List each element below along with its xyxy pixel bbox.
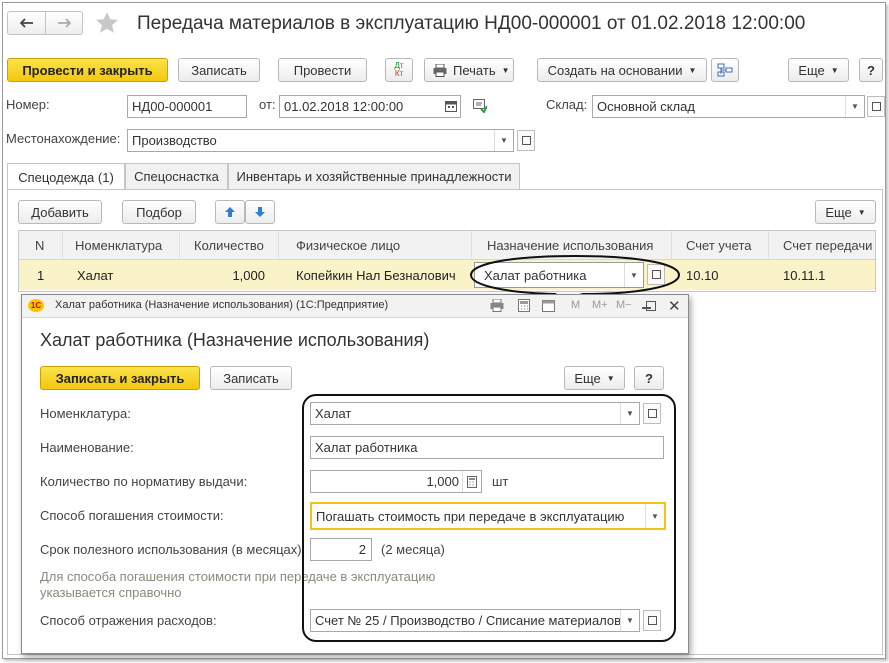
1c-logo-icon: 1С — [28, 299, 44, 312]
more-label: Еще — [798, 62, 825, 78]
comment-icon[interactable] — [473, 99, 488, 116]
tab-special-tools[interactable]: Спецоснастка — [125, 163, 228, 189]
print-icon[interactable] — [490, 298, 504, 315]
dialog-titlebar: 1С Халат работника (Назначение использов… — [22, 295, 688, 318]
tab-inventory[interactable]: Инвентарь и хозяйственные принадлежности — [228, 163, 520, 189]
structure-icon — [717, 63, 733, 77]
open-icon — [871, 102, 881, 111]
warehouse-label: Склад: — [546, 97, 588, 112]
nomenclature-label: Номенклатура: — [40, 406, 131, 421]
chevron-down-icon: ▼ — [688, 65, 697, 75]
chevron-down-icon: ▼ — [501, 65, 510, 75]
chevron-down-icon[interactable]: ▼ — [845, 96, 864, 117]
location-open-button[interactable] — [517, 130, 535, 151]
dt-kt-icon: Дт Кт — [394, 62, 403, 78]
more-button[interactable]: Еще ▼ — [788, 58, 849, 82]
arrow-up-icon — [225, 207, 235, 217]
close-icon[interactable]: ✕ — [668, 297, 681, 315]
chevron-down-icon: ▼ — [606, 373, 615, 383]
window-title: Передача материалов в эксплуатацию НД00-… — [137, 13, 806, 34]
move-down-button[interactable] — [245, 200, 275, 224]
highlight-frame — [302, 394, 676, 642]
memory-plus-button[interactable]: M+ — [592, 299, 608, 311]
col-account[interactable]: Счет учета — [672, 231, 769, 259]
col-person[interactable]: Физическое лицо — [279, 231, 472, 259]
maximize-icon[interactable] — [646, 301, 656, 311]
calendar-icon[interactable] — [445, 100, 457, 115]
favorite-star-icon[interactable] — [95, 11, 119, 38]
kt-label: Кт — [394, 69, 404, 78]
forward-arrow-icon[interactable] — [45, 12, 82, 34]
date-field[interactable]: 01.02.2018 12:00:00 — [279, 95, 461, 118]
dialog-heading: Халат работника (Назначение использовани… — [40, 330, 430, 350]
purpose-dialog: 1С Халат работника (Назначение использов… — [21, 294, 689, 654]
move-up-button[interactable] — [215, 200, 245, 224]
save-button[interactable]: Записать — [178, 58, 260, 82]
help-button[interactable]: ? — [859, 58, 883, 82]
warehouse-open-button[interactable] — [867, 96, 885, 117]
col-n[interactable]: N — [19, 231, 63, 259]
post-and-close-button[interactable]: Провести и закрыть — [7, 58, 168, 82]
arrow-down-icon — [255, 207, 265, 217]
col-quantity[interactable]: Количество — [180, 231, 279, 259]
cell-account: 10.10 — [686, 267, 719, 283]
col-nomenclature[interactable]: Номенклатура — [63, 231, 180, 259]
dialog-more-button[interactable]: Еще ▼ — [564, 366, 625, 390]
structure-button[interactable] — [711, 58, 739, 82]
printer-icon — [433, 63, 447, 77]
cell-nomenclature: Халат — [77, 267, 114, 283]
dt-kt-button[interactable]: Дт Кт — [385, 58, 413, 82]
memory-m-button[interactable]: M — [571, 299, 580, 311]
dialog-more-label: Еще — [574, 370, 601, 386]
warehouse-value: Основной склад — [597, 99, 695, 114]
calculator-icon[interactable] — [518, 299, 530, 315]
note-line2: указывается справочно — [40, 585, 182, 600]
create-based-on-button[interactable]: Создать на основании ▼ — [537, 58, 707, 82]
print-label: Печать — [453, 62, 496, 78]
chevron-down-icon: ▼ — [857, 207, 866, 217]
date-label: от: — [259, 97, 276, 112]
pick-button[interactable]: Подбор — [122, 200, 196, 224]
number-label: Номер: — [6, 97, 50, 112]
chevron-down-icon: ▼ — [830, 65, 839, 75]
chevron-down-icon[interactable]: ▼ — [494, 130, 513, 151]
tab-workwear[interactable]: Спецодежда (1) — [7, 163, 125, 190]
location-field[interactable]: Производство ▼ — [127, 129, 514, 152]
open-icon — [521, 136, 531, 145]
location-value: Производство — [132, 133, 217, 148]
expense-label: Способ отражения расходов: — [40, 613, 217, 628]
dialog-save-button[interactable]: Записать — [210, 366, 292, 390]
table-more-label: Еще — [825, 204, 852, 220]
post-button[interactable]: Провести — [278, 58, 367, 82]
cell-person: Копейкин Нал Безналович — [296, 267, 456, 283]
repay-label: Способ погашения стоимости: — [40, 508, 224, 523]
nav-buttons — [7, 11, 83, 35]
cell-n: 1 — [37, 267, 45, 283]
dialog-window-title: Халат работника (Назначение использовани… — [55, 299, 389, 311]
col-transfer[interactable]: Счет передачи — [769, 231, 875, 259]
main-window: Передача материалов в эксплуатацию НД00-… — [2, 2, 886, 659]
warehouse-field[interactable]: Основной склад ▼ — [592, 95, 865, 118]
cell-quantity: 1,000 — [232, 267, 265, 283]
name-label: Наименование: — [40, 440, 134, 455]
location-label: Местонахождение: — [6, 131, 121, 146]
add-button[interactable]: Добавить — [18, 200, 102, 224]
save-and-close-button[interactable]: Записать и закрыть — [40, 366, 200, 390]
dialog-help-button[interactable]: ? — [634, 366, 664, 390]
date-value: 01.02.2018 12:00:00 — [284, 99, 404, 114]
create-based-label: Создать на основании — [547, 62, 683, 78]
calendar-icon[interactable] — [542, 299, 555, 315]
norm-qty-label: Количество по нормативу выдачи: — [40, 474, 248, 489]
table-more-button[interactable]: Еще ▼ — [815, 200, 876, 224]
cell-transfer: 10.11.1 — [783, 267, 826, 283]
print-button[interactable]: Печать ▼ — [424, 58, 514, 82]
back-arrow-icon[interactable] — [8, 12, 46, 34]
term-label: Срок полезного использования (в месяцах)… — [40, 542, 306, 557]
memory-minus-button[interactable]: M− — [616, 299, 632, 311]
number-field[interactable]: НД00-000001 — [127, 95, 247, 118]
